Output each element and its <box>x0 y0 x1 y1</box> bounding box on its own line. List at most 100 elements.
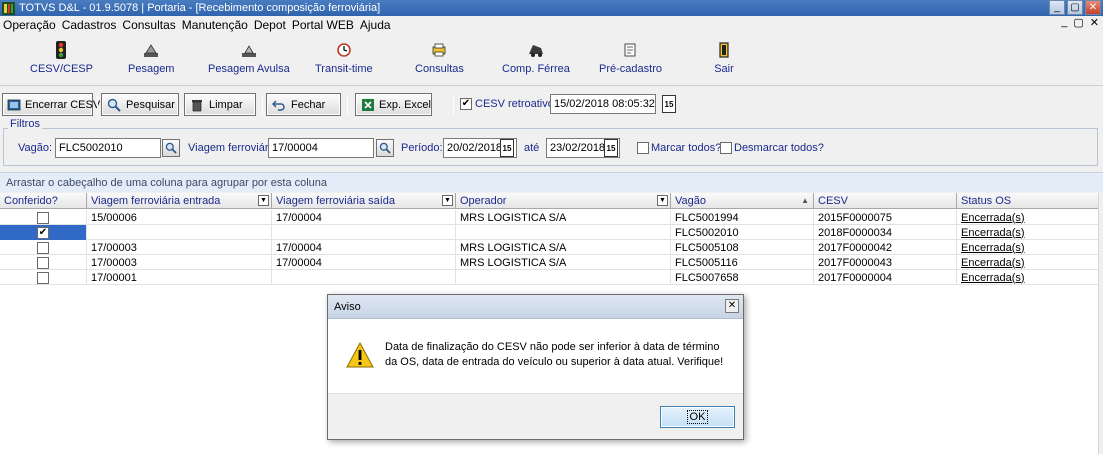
conferido-cell[interactable] <box>0 270 87 285</box>
encerrar-cesv-button[interactable]: Encerrar CESV <box>2 93 100 116</box>
vagao-cell: FLC5005116 <box>671 255 814 270</box>
status-os-link[interactable]: Encerrada(s) <box>957 210 1098 225</box>
column-header-status-os[interactable]: Status OS <box>957 193 1098 209</box>
status-os-text: Encerrada(s) <box>961 211 1025 224</box>
menu-manutencao[interactable]: Manutenção <box>179 18 251 32</box>
filter-dropdown-icon[interactable]: ▼ <box>657 195 668 206</box>
conferido-checkbox[interactable]: ✔ <box>37 226 49 239</box>
table-row[interactable]: ✔ FLC5002010 2018F0000034 Encerrada(s) <box>0 225 1103 240</box>
status-os-link[interactable]: Encerrada(s) <box>957 225 1098 240</box>
column-header-viagem-saida[interactable]: Viagem ferroviária saída ▼ <box>272 193 456 209</box>
vagao-search-button[interactable] <box>162 139 180 157</box>
conferido-checkbox[interactable] <box>37 241 49 254</box>
exit-door-icon <box>714 40 734 60</box>
table-row[interactable]: 15/00006 17/00004 MRS LOGISTICA S/A FLC5… <box>0 210 1103 225</box>
calendar-icon[interactable]: 15 <box>604 139 618 157</box>
operador-cell: MRS LOGISTICA S/A <box>456 240 671 255</box>
marcar-todos-toggle[interactable]: Marcar todos? <box>637 142 721 154</box>
action-bar: Encerrar CESV Pesquisar Limpar Fechar Ex… <box>0 91 1103 119</box>
vagao-cell: FLC5005108 <box>671 240 814 255</box>
column-header-cesv[interactable]: CESV <box>814 193 957 209</box>
desmarcar-todos-checkbox[interactable] <box>720 142 732 154</box>
conferido-cell[interactable] <box>0 255 87 270</box>
dialog-close-button[interactable]: ✕ <box>725 299 739 313</box>
cesv-retroativo-date-field[interactable]: 15/02/2018 08:05:32 <box>550 94 656 114</box>
conferido-checkbox[interactable] <box>37 271 49 284</box>
table-row[interactable]: 17/00003 17/00004 MRS LOGISTICA S/A FLC5… <box>0 240 1103 255</box>
conferido-checkbox[interactable] <box>37 211 49 224</box>
traffic-light-icon <box>51 40 71 60</box>
conferido-cell[interactable]: ✔ <box>0 225 87 240</box>
filter-dropdown-icon[interactable]: ▼ <box>258 195 269 206</box>
viagem-saida-cell: 17/00004 <box>272 255 456 270</box>
toolbar-label: Sair <box>714 63 734 75</box>
toolbar-label: Pesagem <box>128 63 175 75</box>
marcar-todos-checkbox[interactable] <box>637 142 649 154</box>
column-header-viagem-entrada[interactable]: Viagem ferroviária entrada ▼ <box>87 193 272 209</box>
viagem-ferroviaria-field[interactable]: 17/00004 <box>268 138 374 158</box>
toolbar-consultas[interactable]: Consultas <box>415 40 464 75</box>
mdi-minimize-button[interactable]: _ <box>1061 16 1067 29</box>
menu-cadastros[interactable]: Cadastros <box>59 18 120 32</box>
column-header-label: Status OS <box>961 195 1012 207</box>
table-row[interactable]: 17/00001 FLC5007658 2017F0000004 Encerra… <box>0 270 1103 285</box>
status-os-text: Encerrada(s) <box>961 256 1025 269</box>
close-button[interactable]: ✕ <box>1085 0 1101 15</box>
status-os-link[interactable]: Encerrada(s) <box>957 270 1098 285</box>
maximize-button[interactable]: ▢ <box>1067 0 1083 15</box>
operador-cell <box>456 270 671 285</box>
operador-cell: MRS LOGISTICA S/A <box>456 210 671 225</box>
toolbar-pesagem-avulsa[interactable]: Pesagem Avulsa <box>208 40 290 75</box>
toolbar-cesv-cesp[interactable]: CESV/CESP <box>30 40 93 75</box>
column-header-vagao[interactable]: Vagão ▲ <box>671 193 814 209</box>
calendar-icon[interactable]: 15 <box>500 139 514 157</box>
filter-dropdown-icon[interactable]: ▼ <box>442 195 453 206</box>
menu-bar: Operação Cadastros Consultas Manutenção … <box>0 16 1103 34</box>
conferido-cell[interactable] <box>0 240 87 255</box>
vagao-cell: FLC5002010 <box>671 225 814 240</box>
status-os-link[interactable]: Encerrada(s) <box>957 240 1098 255</box>
window-title: TOTVS D&L - 01.9.5078 | Portaria - [Rece… <box>19 2 381 14</box>
menu-ajuda[interactable]: Ajuda <box>357 18 394 32</box>
mdi-close-button[interactable]: ✕ <box>1090 16 1099 29</box>
viagem-search-button[interactable] <box>376 139 394 157</box>
cesv-retroativo-toggle[interactable]: ✔ CESV retroativo? <box>460 98 560 110</box>
status-os-link[interactable]: Encerrada(s) <box>957 255 1098 270</box>
warning-icon <box>346 341 374 368</box>
exp-excel-button[interactable]: Exp. Excel <box>355 93 432 116</box>
ok-button[interactable]: OK <box>660 406 735 428</box>
toolbar-pre-cadastro[interactable]: Pré-cadastro <box>599 40 662 75</box>
cesv-retroativo-checkbox[interactable]: ✔ <box>460 98 472 110</box>
sort-ascending-icon: ▲ <box>801 196 809 205</box>
calendar-icon[interactable]: 15 <box>662 95 676 113</box>
menu-consultas[interactable]: Consultas <box>119 18 178 32</box>
menu-portal-web[interactable]: Portal WEB <box>289 18 357 32</box>
aviso-dialog: Aviso ✕ Data de finalização do CESV não … <box>327 294 744 440</box>
vagao-field[interactable]: FLC5002010 <box>55 138 161 158</box>
toolbar-comp-ferrea[interactable]: Comp. Férrea <box>502 40 570 75</box>
menu-operacao[interactable]: Operação <box>0 18 59 32</box>
toolbar-pesagem[interactable]: Pesagem <box>128 40 174 75</box>
toolbar-transit-time[interactable]: Transit-time <box>315 40 373 75</box>
status-os-text: Encerrada(s) <box>961 241 1025 254</box>
limpar-button[interactable]: Limpar <box>184 93 256 116</box>
fechar-button[interactable]: Fechar <box>266 93 341 116</box>
conferido-checkbox[interactable] <box>37 256 49 269</box>
menu-depot[interactable]: Depot <box>251 18 289 32</box>
title-bar: TOTVS D&L - 01.9.5078 | Portaria - [Rece… <box>0 0 1103 16</box>
dialog-title-bar: Aviso ✕ <box>328 295 743 319</box>
conferido-cell[interactable] <box>0 210 87 225</box>
toolbar-label: CESV/CESP <box>30 63 93 75</box>
pesquisar-button[interactable]: Pesquisar <box>101 93 179 116</box>
column-header-operador[interactable]: Operador ▼ <box>456 193 671 209</box>
ok-label: OK <box>686 410 709 424</box>
table-row[interactable]: 17/00003 17/00004 MRS LOGISTICA S/A FLC5… <box>0 255 1103 270</box>
mdi-restore-button[interactable]: ▢ <box>1073 16 1083 29</box>
vertical-scrollbar[interactable] <box>1098 193 1103 454</box>
toolbar-sair[interactable]: Sair <box>714 40 734 75</box>
desmarcar-todos-toggle[interactable]: Desmarcar todos? <box>720 142 824 154</box>
periodo-label: Período: <box>401 142 443 154</box>
minimize-button[interactable]: _ <box>1049 0 1065 15</box>
group-by-panel[interactable]: Arrastar o cabeçalho de uma coluna para … <box>0 172 1103 192</box>
column-header-conferido[interactable]: Conferido? <box>0 193 87 209</box>
